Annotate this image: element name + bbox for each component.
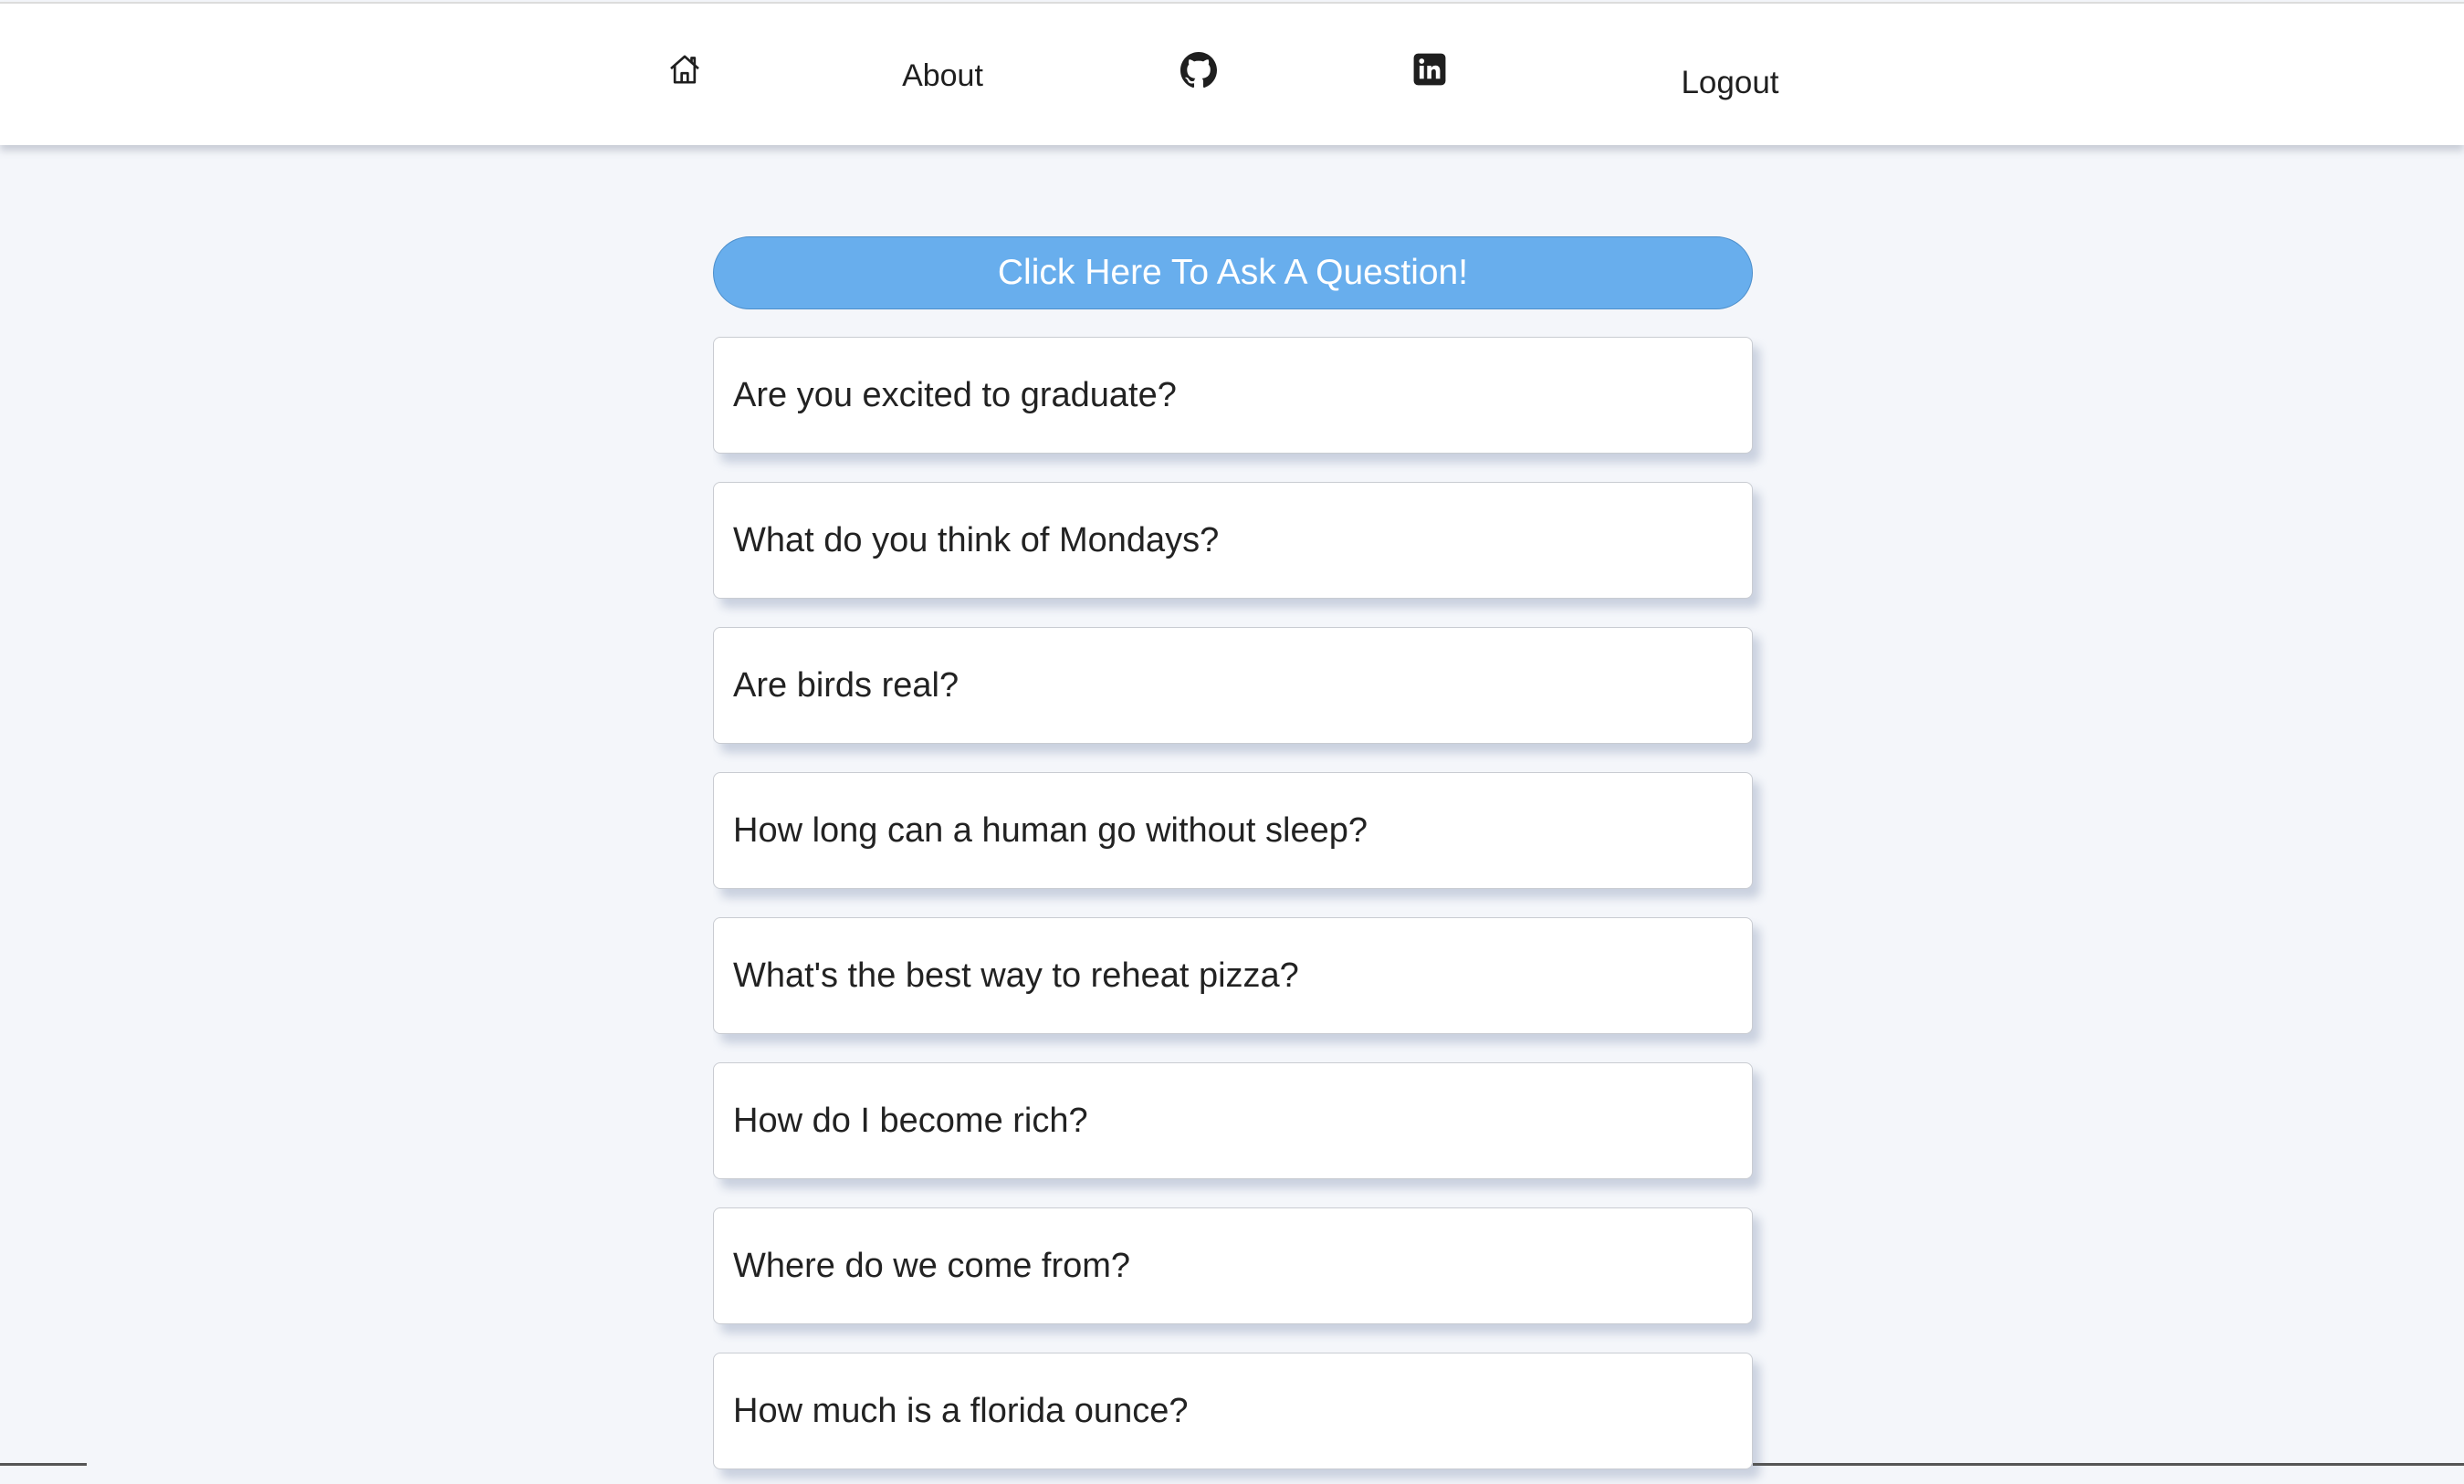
- question-text: How long can a human go without sleep?: [733, 810, 1368, 850]
- question-card[interactable]: What's the best way to reheat pizza?: [713, 917, 1753, 1034]
- question-text: What's the best way to reheat pizza?: [733, 956, 1299, 995]
- linkedin-icon: [1412, 52, 1447, 91]
- home-link[interactable]: [665, 51, 705, 91]
- github-link[interactable]: [1180, 51, 1218, 93]
- question-card[interactable]: Are you excited to graduate?: [713, 337, 1753, 454]
- ask-question-label: Click Here To Ask A Question!: [997, 253, 1469, 292]
- ask-question-button[interactable]: Click Here To Ask A Question!: [713, 236, 1753, 309]
- question-card[interactable]: How do I become rich?: [713, 1062, 1753, 1179]
- linkedin-link[interactable]: [1411, 53, 1448, 89]
- home-icon: [666, 51, 703, 92]
- question-card[interactable]: What do you think of Mondays?: [713, 482, 1753, 599]
- logout-link[interactable]: Logout: [1662, 60, 1798, 106]
- github-icon: [1180, 51, 1217, 93]
- top-navbar: About Logout: [0, 2, 2464, 145]
- question-card[interactable]: How long can a human go without sleep?: [713, 772, 1753, 889]
- question-card[interactable]: Are birds real?: [713, 627, 1753, 744]
- nav-about-label: About: [902, 57, 983, 93]
- question-text: How much is a florida ounce?: [733, 1391, 1189, 1430]
- logout-label: Logout: [1681, 65, 1779, 100]
- question-list: Are you excited to graduate? What do you…: [713, 337, 1771, 1484]
- question-text: What do you think of Mondays?: [733, 520, 1220, 559]
- question-text: Are birds real?: [733, 665, 959, 705]
- question-card[interactable]: Where do we come from?: [713, 1207, 1753, 1324]
- question-text: Are you excited to graduate?: [733, 375, 1177, 414]
- question-card[interactable]: How much is a florida ounce?: [713, 1353, 1753, 1469]
- question-text: Where do we come from?: [733, 1246, 1131, 1285]
- nav-about-link[interactable]: About: [876, 53, 1009, 99]
- question-text: How do I become rich?: [733, 1101, 1088, 1140]
